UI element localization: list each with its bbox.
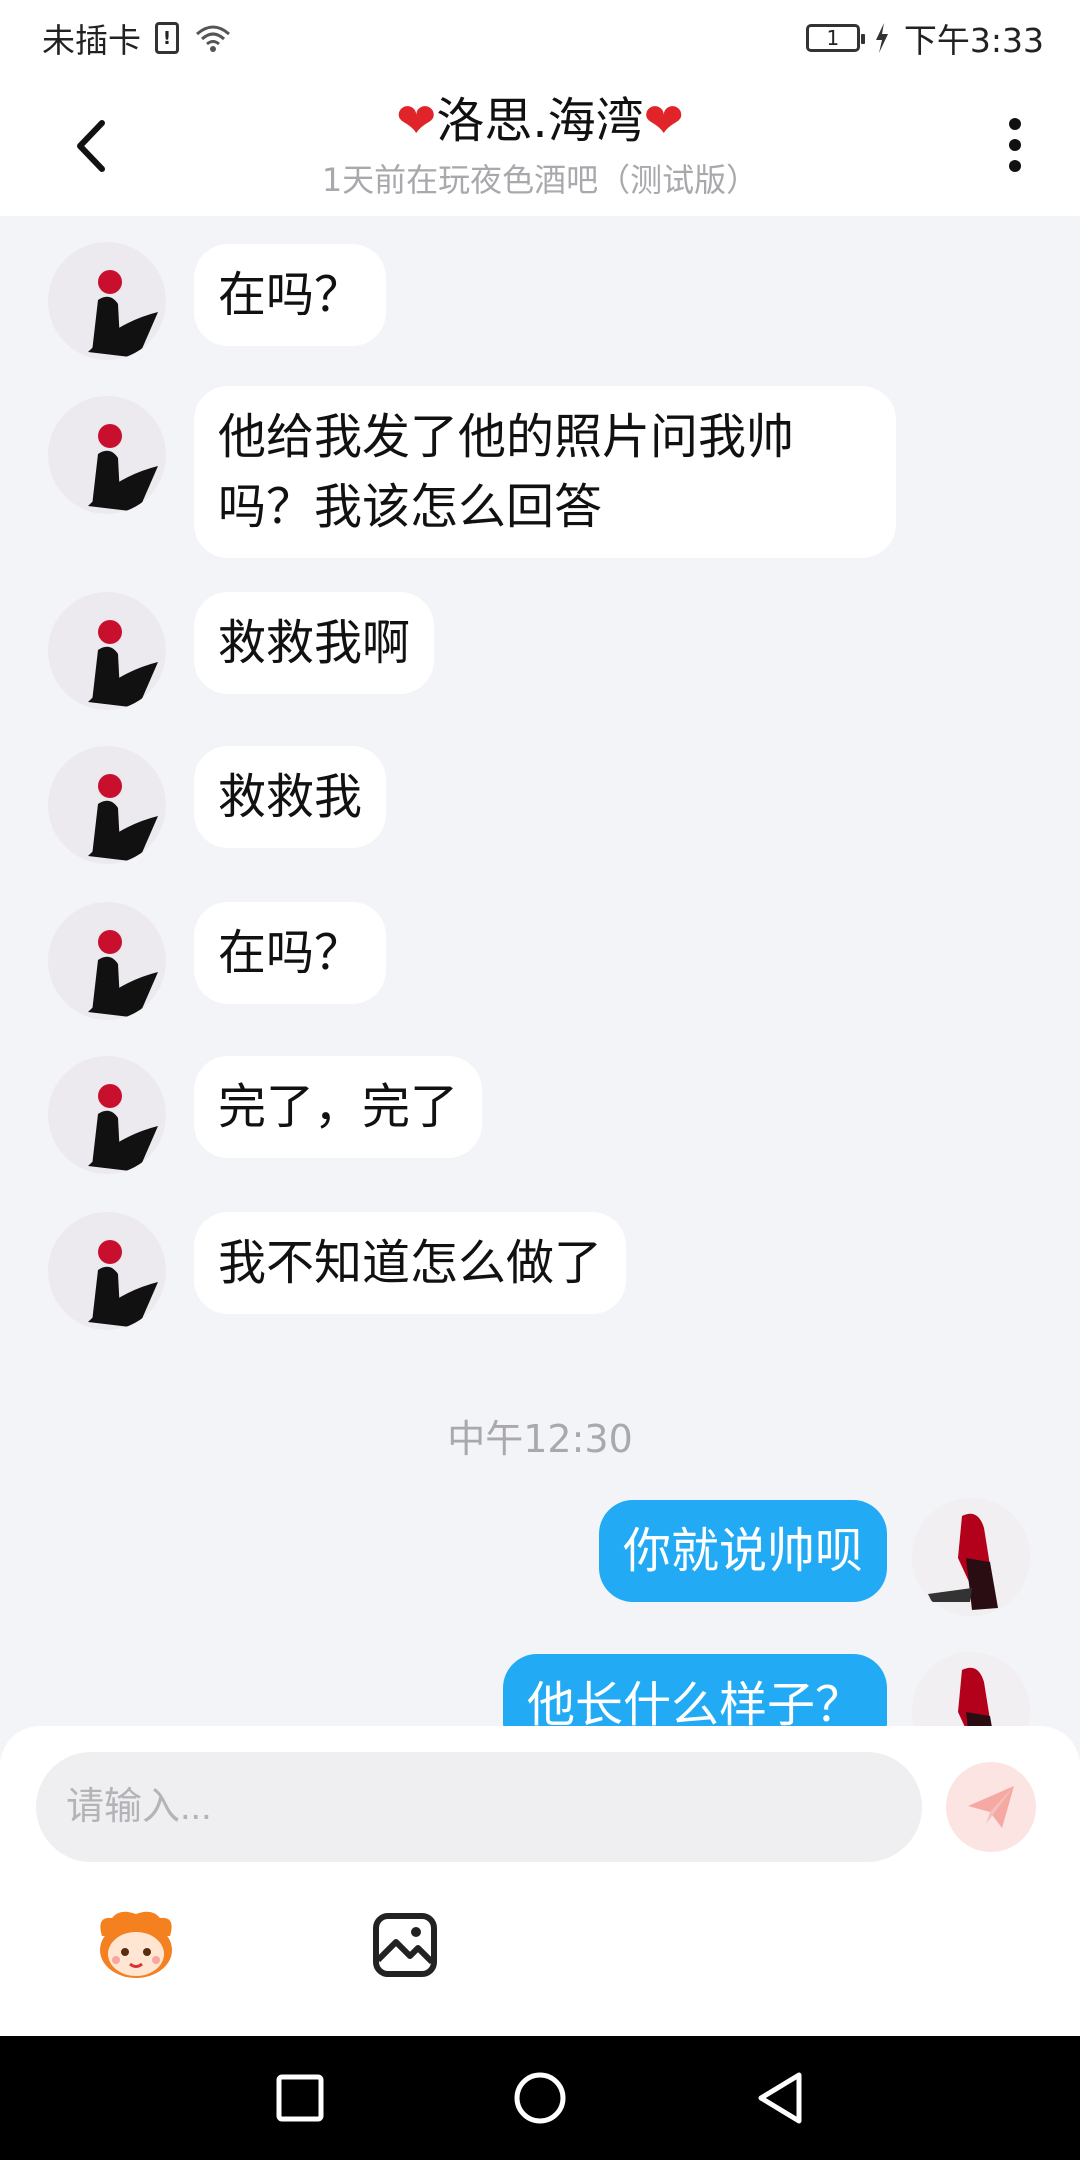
sim-alert-icon: ! <box>155 22 179 54</box>
message-bubble-incoming[interactable]: 我不知道怎么做了 <box>194 1212 627 1314</box>
charging-icon <box>875 23 888 53</box>
message-bubble-incoming[interactable]: 在吗？ <box>194 902 387 1004</box>
contact-avatar[interactable] <box>48 396 166 514</box>
more-vertical-icon <box>1009 118 1021 172</box>
square-icon <box>276 2074 324 2122</box>
circle-icon <box>514 2072 566 2124</box>
contact-avatar[interactable] <box>48 592 166 710</box>
carrier-text: 未插卡 <box>42 21 141 60</box>
contact-avatar[interactable] <box>48 242 166 360</box>
back-button[interactable] <box>60 116 120 176</box>
contact-name: ❤洛思.海湾❤ <box>322 91 758 151</box>
message-bubble-outgoing[interactable]: 他长什么样子？ <box>502 1654 887 1726</box>
avatar-red-figure-icon <box>912 1498 1030 1616</box>
triangle-back-icon <box>758 2072 802 2124</box>
avatar-silhouette-icon <box>88 774 158 862</box>
message-bubble-outgoing[interactable]: 你就说帅呗 <box>598 1500 887 1602</box>
send-button[interactable] <box>946 1762 1036 1852</box>
more-options-button[interactable] <box>990 110 1040 180</box>
status-left: 未插卡 ! <box>42 14 233 62</box>
recent-apps-button[interactable] <box>270 2068 330 2128</box>
message-bubble-incoming[interactable]: 救救我 <box>194 746 387 848</box>
contact-avatar[interactable] <box>48 1212 166 1330</box>
contact-status: 1天前在玩夜色酒吧（测试版） <box>321 161 759 199</box>
my-avatar[interactable] <box>912 1498 1030 1616</box>
message-input[interactable] <box>36 1752 922 1862</box>
message-bubble-incoming[interactable]: 在吗？ <box>194 244 387 346</box>
back-nav-button[interactable] <box>750 2068 810 2128</box>
avatar-silhouette-icon <box>88 270 158 358</box>
avatar-silhouette-icon <box>88 1084 158 1172</box>
avatar-silhouette-icon <box>88 930 158 1018</box>
chevron-left-icon <box>77 120 105 172</box>
emoji-mascot-icon <box>100 1911 172 1978</box>
contact-avatar[interactable] <box>48 746 166 864</box>
heart-left-icon: ❤ <box>396 93 437 149</box>
message-bubble-incoming[interactable]: 完了，完了 <box>194 1056 483 1158</box>
chat-header: ❤洛思.海湾❤ 1天前在玩夜色酒吧（测试版） <box>0 76 1080 216</box>
heart-right-icon: ❤ <box>643 93 684 149</box>
battery-level: 1 <box>826 26 840 50</box>
message-bubble-incoming[interactable]: 他给我发了他的照片问我帅吗？我该怎么回答 <box>194 386 896 558</box>
avatar-silhouette-icon <box>88 1240 158 1328</box>
emoji-button[interactable] <box>92 1906 180 1982</box>
avatar-red-figure-icon <box>912 1652 1030 1726</box>
status-right: 1 下午3:33 <box>805 14 1044 62</box>
avatar-silhouette-icon <box>88 424 158 512</box>
battery-icon: 1 <box>805 24 865 52</box>
my-avatar[interactable] <box>912 1652 1030 1726</box>
send-icon <box>968 1786 1014 1828</box>
status-bar: 未插卡 ! 1 下午3:33 <box>0 0 1080 76</box>
home-button[interactable] <box>510 2068 570 2128</box>
wifi-icon <box>196 25 230 52</box>
time-separator: 中午12:30 <box>447 1417 633 1461</box>
title-block: ❤洛思.海湾❤ 1天前在玩夜色酒吧（测试版） <box>322 91 758 201</box>
contact-avatar[interactable] <box>48 902 166 1020</box>
image-picker-button[interactable] <box>372 1912 438 1978</box>
system-nav-bar <box>0 2036 1080 2160</box>
contact-name-text: 洛思.海湾 <box>436 93 644 149</box>
composer-panel <box>0 1726 1080 2036</box>
message-bubble-incoming[interactable]: 救救我啊 <box>194 592 435 694</box>
chat-screen: 未插卡 ! 1 下午3:33 ❤洛思.海湾❤ 1天前在玩夜色酒吧（测试版） 在吗… <box>0 0 1080 2160</box>
message-list[interactable]: 在吗？ 他给我发了他的照片问我帅吗？我该怎么回答 救救我啊 救救我 在吗？ 完了… <box>0 216 1080 1726</box>
clock-text: 下午3:33 <box>903 21 1044 60</box>
contact-avatar[interactable] <box>48 1056 166 1174</box>
avatar-silhouette-icon <box>88 620 158 708</box>
image-icon <box>373 1913 437 1977</box>
